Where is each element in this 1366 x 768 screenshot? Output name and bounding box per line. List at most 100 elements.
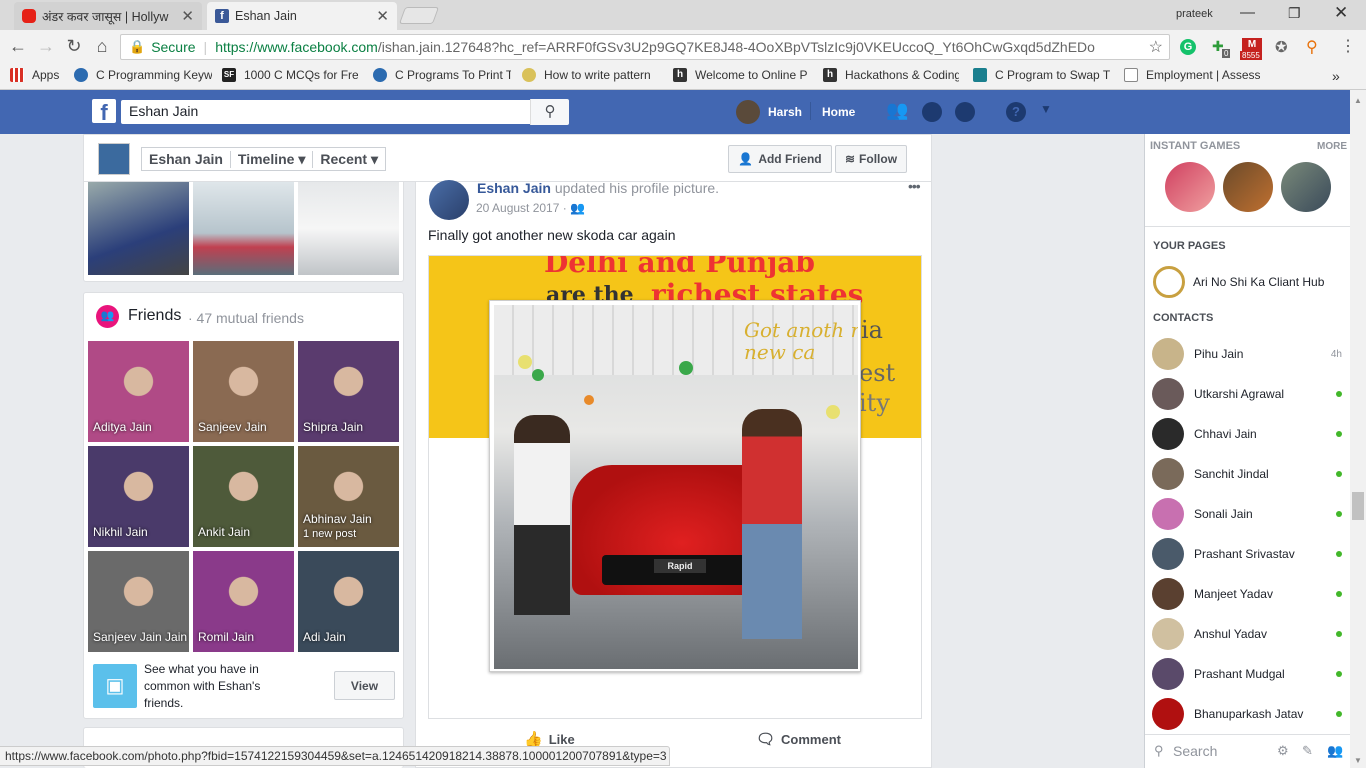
scroll-up-icon[interactable]: ▲: [1354, 96, 1362, 105]
messenger-icon[interactable]: [922, 102, 942, 122]
home-link[interactable]: Home: [822, 105, 855, 119]
friend-name[interactable]: Ankit Jain: [198, 525, 250, 540]
compose-icon[interactable]: ✎: [1302, 743, 1313, 759]
friend-tile[interactable]: Nikhil Jain: [88, 446, 189, 547]
contact-item[interactable]: Prashant Srivastav: [1152, 534, 1342, 574]
profile-name[interactable]: prateek: [1176, 8, 1213, 20]
timeline-tab[interactable]: Timeline ▾: [229, 150, 312, 168]
contact-item[interactable]: Sanchit Jindal: [1152, 454, 1342, 494]
new-tab-button[interactable]: [398, 7, 440, 24]
close-window-icon[interactable]: ✕: [1334, 3, 1348, 23]
star-icon[interactable]: ☆: [1149, 37, 1163, 57]
friend-requests-icon[interactable]: 👥: [886, 100, 908, 121]
extension-icon[interactable]: ✪: [1275, 38, 1288, 56]
forward-icon[interactable]: →: [34, 35, 58, 57]
scroll-down-icon[interactable]: ▼: [1354, 756, 1362, 765]
bookmark-item[interactable]: C Programs To Print T: [373, 68, 511, 82]
menu-icon[interactable]: ⋮: [1340, 36, 1356, 56]
minimize-icon[interactable]: —: [1240, 4, 1255, 21]
friend-tile[interactable]: Aditya Jain: [88, 341, 189, 442]
chat-search-input[interactable]: Search: [1173, 743, 1217, 759]
contact-item[interactable]: Utkarshi Agrawal: [1152, 374, 1342, 414]
game-icon[interactable]: [1223, 162, 1273, 212]
close-tab-icon[interactable]: ✕: [376, 7, 389, 25]
gear-icon[interactable]: ⚙: [1277, 743, 1289, 759]
user-name-link[interactable]: Harsh: [768, 105, 802, 119]
add-friend-button[interactable]: 👤 Add Friend: [728, 145, 832, 173]
post-options-icon[interactable]: •••: [908, 178, 921, 194]
bookmark-item[interactable]: C Programming Keyw: [74, 68, 212, 82]
friend-tile[interactable]: Sanjeev Jain Jain: [88, 551, 189, 652]
photo-thumbnail[interactable]: [298, 182, 399, 275]
extension-icon[interactable]: ⚲: [1306, 37, 1318, 57]
post-photo[interactable]: Delhi and Punjab are the richest states …: [428, 255, 922, 719]
bookmark-item[interactable]: How to write pattern: [522, 68, 658, 82]
post-timestamp[interactable]: 20 August 2017 · 👥: [476, 201, 585, 215]
bookmark-item[interactable]: Employment | Assess: [1124, 68, 1260, 82]
follow-button[interactable]: ≋ Follow: [835, 145, 907, 173]
friend-tile[interactable]: Romil Jain: [193, 551, 294, 652]
game-icon[interactable]: [1165, 162, 1215, 212]
post-author-link[interactable]: Eshan Jain: [477, 180, 551, 196]
page-name-link[interactable]: Ari No Shi Ka Cliant Hub: [1193, 275, 1324, 289]
friend-name[interactable]: Aditya Jain: [93, 420, 152, 435]
bookmark-item[interactable]: C Program to Swap T: [973, 68, 1111, 82]
friend-tile[interactable]: Sanjeev Jain: [193, 341, 294, 442]
contact-item[interactable]: Prashant Mudgal: [1152, 654, 1342, 694]
notifications-globe-icon[interactable]: [955, 102, 975, 122]
friend-name[interactable]: Sanjeev Jain: [198, 420, 267, 435]
contact-item[interactable]: Chhavi Jain: [1152, 414, 1342, 454]
game-icon[interactable]: [1281, 162, 1331, 212]
recent-tab[interactable]: Recent ▾: [312, 150, 385, 168]
bookmark-item[interactable]: h Welcome to Online P: [673, 68, 809, 82]
search-icon[interactable]: ⚲: [530, 99, 569, 125]
friend-name[interactable]: Shipra Jain: [303, 420, 363, 435]
gmail-icon[interactable]: M: [1242, 38, 1262, 52]
bookmark-item[interactable]: h Hackathons & Coding: [823, 68, 959, 82]
photo-thumbnail[interactable]: [88, 182, 189, 275]
chevron-down-icon[interactable]: ▼: [1040, 102, 1052, 116]
address-bar[interactable]: 🔒 Secure | https://www.facebook.com /ish…: [120, 34, 1170, 60]
friend-name[interactable]: Sanjeev Jain Jain: [93, 630, 187, 645]
close-tab-icon[interactable]: ✕: [181, 7, 194, 25]
bookmark-apps[interactable]: Apps: [10, 68, 59, 82]
reload-icon[interactable]: ↻: [62, 35, 86, 57]
friends-title[interactable]: Friends: [128, 307, 181, 325]
friend-name[interactable]: Adi Jain: [303, 630, 346, 645]
contact-item[interactable]: Anshul Yadav: [1152, 614, 1342, 654]
scrollbar-thumb[interactable]: [1352, 492, 1364, 520]
friend-name[interactable]: Abhinav Jain: [303, 512, 372, 527]
help-icon[interactable]: ?: [1006, 102, 1026, 122]
more-bookmarks-icon[interactable]: »: [1332, 68, 1340, 84]
profile-thumbnail[interactable]: [98, 143, 130, 175]
bookmark-item[interactable]: SF 1000 C MCQs for Fre: [222, 68, 358, 82]
contact-item[interactable]: Manjeet Yadav: [1152, 574, 1342, 614]
page-scrollbar[interactable]: ▲ ▼: [1350, 90, 1366, 768]
grammarly-icon[interactable]: G: [1180, 39, 1196, 55]
friend-name[interactable]: Nikhil Jain: [93, 525, 148, 540]
home-icon[interactable]: ⌂: [90, 35, 114, 57]
contact-item[interactable]: Bhanuparkash Jatav: [1152, 694, 1342, 734]
friend-name[interactable]: Romil Jain: [198, 630, 254, 645]
comment-button[interactable]: 🗨 Comment: [756, 730, 841, 748]
photo-thumbnail[interactable]: [193, 182, 294, 275]
maximize-icon[interactable]: ❐: [1288, 5, 1301, 22]
facebook-logo[interactable]: f: [92, 99, 116, 125]
friend-tile[interactable]: Abhinav Jain 1 new post: [298, 446, 399, 547]
author-avatar[interactable]: [429, 180, 469, 220]
page-avatar[interactable]: [1153, 266, 1185, 298]
tab-hollywood[interactable]: अंडर कवर जासूस | Hollyw ✕: [14, 2, 202, 30]
back-icon[interactable]: ←: [6, 35, 30, 57]
avatar[interactable]: [736, 100, 760, 124]
friend-tile[interactable]: Ankit Jain: [193, 446, 294, 547]
contact-item[interactable]: Sonali Jain: [1152, 494, 1342, 534]
tab-eshan-jain[interactable]: f Eshan Jain ✕: [207, 2, 397, 30]
more-games-link[interactable]: MORE: [1317, 141, 1347, 152]
search-input[interactable]: Eshan Jain: [121, 100, 569, 124]
friend-tile[interactable]: Shipra Jain: [298, 341, 399, 442]
new-group-icon[interactable]: 👥: [1327, 743, 1343, 759]
friend-tile[interactable]: Adi Jain: [298, 551, 399, 652]
profile-name-tab[interactable]: Eshan Jain: [142, 151, 230, 167]
view-button[interactable]: View: [334, 671, 395, 700]
contact-item[interactable]: Pihu Jain 4h: [1152, 334, 1342, 374]
